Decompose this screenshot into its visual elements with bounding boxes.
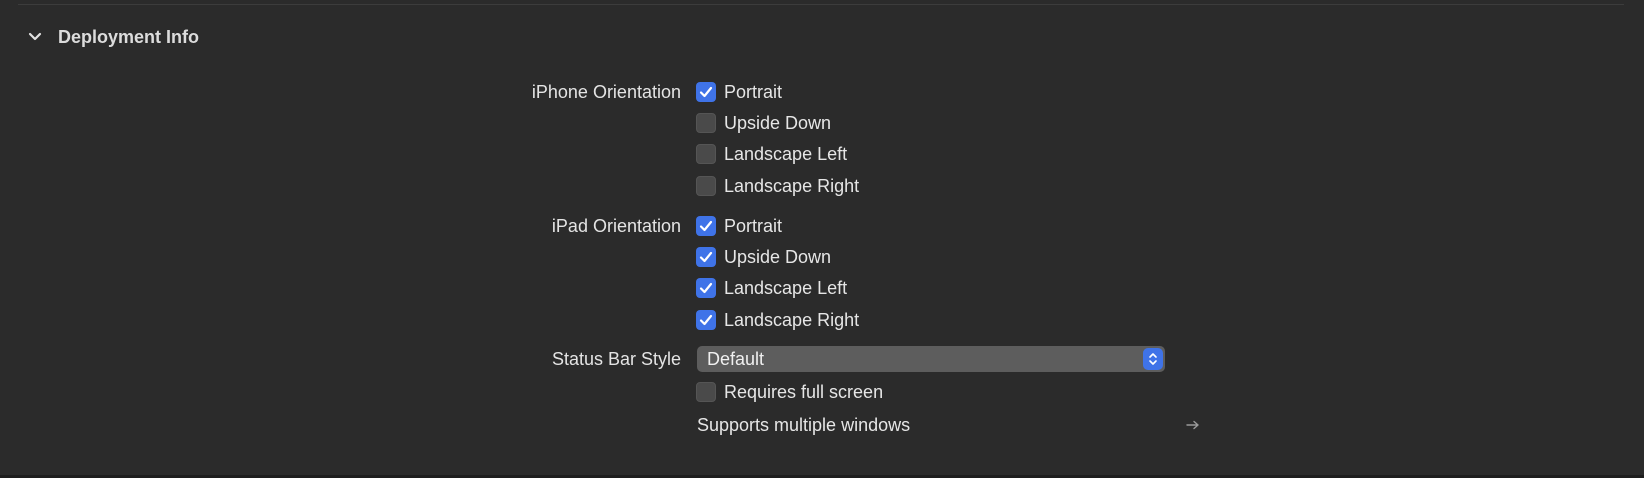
option-label: Landscape Right xyxy=(724,175,860,196)
option-label: Landscape Right xyxy=(724,309,860,330)
status-bar-style-select[interactable]: Default xyxy=(697,346,1165,372)
ipad-orientation-label: iPad Orientation xyxy=(551,216,681,236)
option-label: Upside Down xyxy=(724,246,832,267)
checkmark-icon xyxy=(699,251,713,263)
checkbox-unchecked[interactable] xyxy=(696,144,716,164)
checkbox-unchecked[interactable] xyxy=(696,176,716,196)
requires-full-screen-checkbox[interactable]: Requires full screen xyxy=(696,381,883,403)
iphone-portrait-checkbox[interactable]: Portrait xyxy=(696,81,782,103)
ipad-upside-down-checkbox[interactable]: Upside Down xyxy=(696,246,831,268)
status-bar-style-label: Status Bar Style xyxy=(551,349,681,369)
ipad-landscape-right-checkbox[interactable]: Landscape Right xyxy=(696,309,859,331)
iphone-landscape-right-checkbox[interactable]: Landscape Right xyxy=(696,175,859,197)
checkbox-checked[interactable] xyxy=(696,310,716,330)
checkbox-checked[interactable] xyxy=(696,82,716,102)
option-label: Upside Down xyxy=(724,112,832,133)
checkbox-checked[interactable] xyxy=(696,278,716,298)
iphone-upside-down-checkbox[interactable]: Upside Down xyxy=(696,112,831,134)
iphone-orientation-label: iPhone Orientation xyxy=(531,82,681,102)
arrow-right-icon[interactable] xyxy=(1184,416,1202,434)
select-value: Default xyxy=(707,348,765,369)
checkmark-icon xyxy=(699,314,713,326)
checkbox-unchecked[interactable] xyxy=(696,113,716,133)
checkmark-icon xyxy=(699,86,713,98)
chevron-down-icon[interactable] xyxy=(26,28,44,46)
option-label: Requires full screen xyxy=(724,381,884,402)
up-down-chevron-icon[interactable] xyxy=(1143,348,1163,370)
deployment-info-panel: Deployment Info iPhone Orientation Portr… xyxy=(0,0,1644,478)
checkbox-checked[interactable] xyxy=(696,216,716,236)
section-header-deployment-info[interactable]: Deployment Info xyxy=(26,24,199,50)
supports-multiple-windows-label: Supports multiple windows xyxy=(697,415,911,435)
section-title: Deployment Info xyxy=(58,26,200,47)
option-label: Portrait xyxy=(724,215,783,236)
checkbox-checked[interactable] xyxy=(696,247,716,267)
top-divider xyxy=(18,4,1624,5)
checkmark-icon xyxy=(699,282,713,294)
ipad-portrait-checkbox[interactable]: Portrait xyxy=(696,215,782,237)
option-label: Portrait xyxy=(724,81,783,102)
option-label: Landscape Left xyxy=(724,143,848,164)
ipad-landscape-left-checkbox[interactable]: Landscape Left xyxy=(696,277,847,299)
option-label: Landscape Left xyxy=(724,277,848,298)
iphone-landscape-left-checkbox[interactable]: Landscape Left xyxy=(696,143,847,165)
checkbox-unchecked[interactable] xyxy=(696,382,716,402)
checkmark-icon xyxy=(699,220,713,232)
